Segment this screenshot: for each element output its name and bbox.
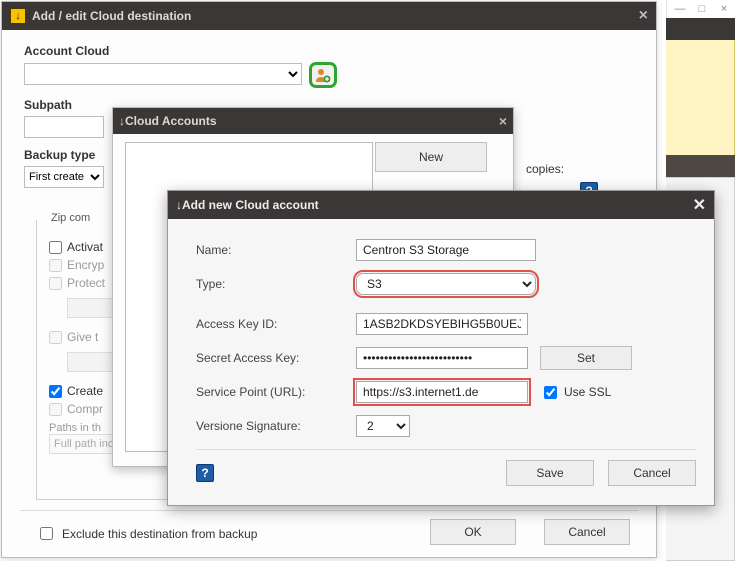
cancel-button[interactable]: Cancel [608,460,696,486]
activate-checkbox[interactable] [49,241,62,254]
dialog-title: Add / edit Cloud destination [32,9,191,23]
type-select[interactable]: S3 [356,273,536,295]
app-icon: ↓ [10,8,26,24]
add-account-button[interactable] [309,62,337,88]
cancel-button[interactable]: Cancel [544,519,630,545]
cloud-accounts-title: Cloud Accounts [125,114,217,128]
access-key-label: Access Key ID: [196,317,356,331]
name-input[interactable] [356,239,536,261]
encrypt-checkbox [49,259,62,272]
close-icon[interactable]: ✕ [693,195,706,215]
parent-max-button[interactable]: □ [691,0,713,18]
close-icon[interactable]: × [639,7,648,25]
user-add-icon [315,67,331,83]
secret-key-label: Secret Access Key: [196,351,356,365]
add-cloud-account-dialog: ↓ Add new Cloud account ✕ Name: Type: S3… [167,190,715,506]
add-account-titlebar[interactable]: ↓ Add new Cloud account ✕ [168,191,714,219]
protect-label: Protect [67,276,105,290]
access-key-input[interactable] [356,313,528,335]
parent-yellow-panel [666,40,735,155]
separator [20,510,638,511]
close-icon[interactable]: × [499,113,507,129]
ok-button[interactable]: OK [430,519,516,545]
version-signature-label: Versione Signature: [196,419,356,433]
new-account-button[interactable]: New [375,142,487,172]
exclude-checkbox[interactable] [40,527,53,540]
secret-key-input[interactable] [356,347,528,369]
parent-sub-strip [666,155,735,177]
save-button[interactable]: Save [506,460,594,486]
create-checkbox[interactable] [49,385,62,398]
copies-label: copies: [526,162,564,176]
parent-min-button[interactable]: — [669,0,691,18]
service-point-input[interactable] [356,381,528,403]
protect-checkbox [49,277,62,290]
version-signature-select[interactable]: 2 [356,415,410,437]
use-ssl-checkbox[interactable] [544,386,557,399]
backup-type-select[interactable]: First create a f [24,166,104,188]
subpath-input[interactable] [24,116,104,138]
type-label: Type: [196,277,356,291]
compress-checkbox [49,403,62,416]
compress-label: Compr [67,402,103,416]
use-ssl-row[interactable]: Use SSL [540,383,611,402]
set-button[interactable]: Set [540,346,632,370]
activate-label: Activat [67,240,103,254]
add-account-title: Add new Cloud account [182,198,319,212]
encrypt-label: Encryp [67,258,104,272]
help-icon[interactable]: ? [196,464,214,482]
dialog-titlebar[interactable]: ↓ Add / edit Cloud destination × [2,2,656,30]
cloud-accounts-titlebar[interactable]: ↓ Cloud Accounts × [113,108,513,134]
parent-header-strip [666,18,735,40]
give-checkbox [49,331,62,344]
account-cloud-label: Account Cloud [24,44,634,58]
give-label: Give t [67,330,98,344]
name-label: Name: [196,243,356,257]
use-ssl-label: Use SSL [564,385,611,399]
parent-close-button[interactable]: × [713,0,735,18]
create-label: Create [67,384,103,398]
service-point-label: Service Point (URL): [196,385,356,399]
account-cloud-select[interactable] [24,63,302,85]
exclude-label: Exclude this destination from backup [62,527,257,541]
